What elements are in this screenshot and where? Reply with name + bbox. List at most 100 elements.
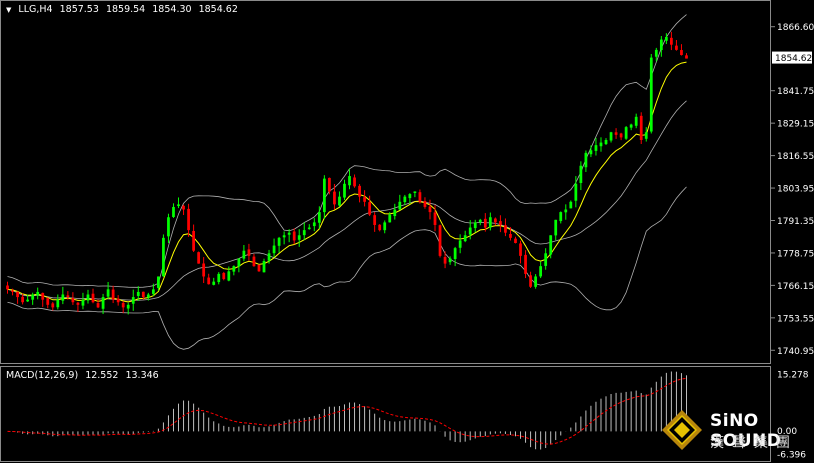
price-tick-label: 1766.15 — [777, 282, 814, 292]
candle-body — [463, 235, 467, 242]
price-chart-panel[interactable]: ▼ LLG,H4 1857.53 1859.54 1854.30 1854.62 — [0, 0, 771, 364]
candle-body — [398, 201, 402, 210]
moving-average-line — [7, 61, 687, 303]
candle-body — [76, 302, 80, 305]
candle-body — [363, 197, 366, 202]
candle-body — [589, 150, 593, 155]
candle-body — [564, 209, 568, 213]
candle-body — [544, 253, 548, 266]
candle-body — [488, 217, 492, 228]
macd-chart[interactable] — [1, 367, 772, 463]
candle-body — [141, 291, 145, 298]
candle-body — [252, 256, 256, 267]
candle-body — [312, 222, 316, 227]
candle-body — [685, 55, 688, 59]
candle-body — [121, 302, 125, 308]
candle-body — [514, 238, 517, 243]
collapse-triangle-icon[interactable]: ▼ — [6, 6, 11, 14]
price-tick-label: 1866.60 — [777, 23, 814, 33]
candle-body — [36, 291, 40, 296]
candle-body — [21, 296, 24, 303]
candle-body — [478, 219, 482, 223]
candle-body — [483, 218, 487, 228]
candle-body — [247, 249, 251, 256]
candle-body — [182, 205, 185, 210]
candle-body — [66, 295, 70, 298]
candle-body — [91, 293, 95, 303]
candle-body — [277, 237, 281, 246]
candle-body — [287, 232, 291, 235]
candle-body — [554, 219, 558, 236]
ohlc-close: 1854.62 — [198, 4, 238, 15]
candle-body — [348, 176, 351, 186]
candle-body — [192, 230, 195, 251]
candle-body — [438, 225, 442, 256]
candle-body — [529, 275, 532, 287]
candle-body — [317, 212, 321, 223]
candle-body — [609, 132, 613, 141]
price-chart[interactable] — [1, 1, 772, 365]
sinosound-logo: SiNO SOUND 漢聲集團 — [658, 406, 808, 454]
candle-body — [433, 212, 437, 225]
macd-main-value: 12.552 — [85, 370, 119, 381]
candle-body — [599, 142, 603, 147]
candle-body — [302, 230, 306, 236]
candle-body — [388, 214, 392, 223]
candle-body — [101, 297, 105, 309]
candle-body — [358, 185, 361, 197]
ohlc-low: 1854.30 — [152, 4, 192, 15]
candle-body — [11, 290, 14, 292]
candle-body — [670, 37, 673, 45]
candle-body — [569, 201, 573, 209]
candle-body — [172, 206, 175, 217]
candle-body — [167, 217, 170, 237]
ohlc-high: 1859.54 — [105, 4, 146, 15]
candle-body — [453, 248, 457, 260]
candle-body — [634, 116, 638, 126]
candle-body — [408, 194, 412, 199]
bollinger-lower-line — [7, 186, 687, 350]
candle-body — [559, 212, 563, 222]
candle-body — [151, 289, 155, 294]
candle-body — [51, 303, 55, 308]
candle-body — [237, 258, 241, 267]
candle-body — [272, 245, 276, 254]
candle-body — [96, 303, 100, 308]
chart-window[interactable]: ▼ LLG,H4 1857.53 1859.54 1854.30 1854.62… — [0, 0, 814, 462]
candle-body — [212, 281, 216, 285]
price-tick-label: 1753.55 — [777, 314, 814, 324]
candle-body — [448, 258, 452, 263]
candle-body — [71, 298, 75, 303]
candle-body — [61, 294, 65, 301]
candle-body — [322, 178, 326, 213]
candle-body — [328, 177, 331, 192]
chart-header: ▼ LLG,H4 1857.53 1859.54 1854.30 1854.62 — [6, 4, 242, 15]
candle-body — [267, 253, 271, 261]
candle-body — [46, 298, 50, 305]
macd-signal-value: 13.346 — [125, 370, 159, 381]
candle-body — [292, 231, 296, 241]
candle-body — [86, 294, 90, 301]
candle-body — [307, 227, 311, 230]
candle-body — [177, 204, 180, 207]
macd-signal-line — [7, 377, 687, 445]
candle-body — [624, 127, 628, 139]
candle-body — [644, 132, 648, 139]
candle-body — [368, 202, 372, 215]
candle-body — [136, 291, 140, 296]
candle-body — [106, 289, 110, 297]
price-tick-label: 1803.95 — [777, 185, 814, 195]
candle-body — [227, 271, 231, 281]
price-tick-label: 1816.55 — [777, 152, 814, 162]
candle-body — [126, 304, 130, 309]
candle-body — [187, 208, 190, 231]
logo-cn-text: 漢聲集團 — [710, 435, 798, 451]
candle-body — [232, 266, 236, 272]
macd-tick-label: 15.278 — [777, 371, 809, 381]
candle-body — [614, 132, 618, 135]
candle-body — [639, 115, 643, 140]
candle-body — [604, 139, 608, 145]
symbol-timeframe: LLG,H4 — [18, 4, 53, 15]
candle-body — [383, 222, 387, 231]
macd-panel[interactable]: MACD(12,26,9) 12.552 13.346 — [0, 366, 771, 462]
